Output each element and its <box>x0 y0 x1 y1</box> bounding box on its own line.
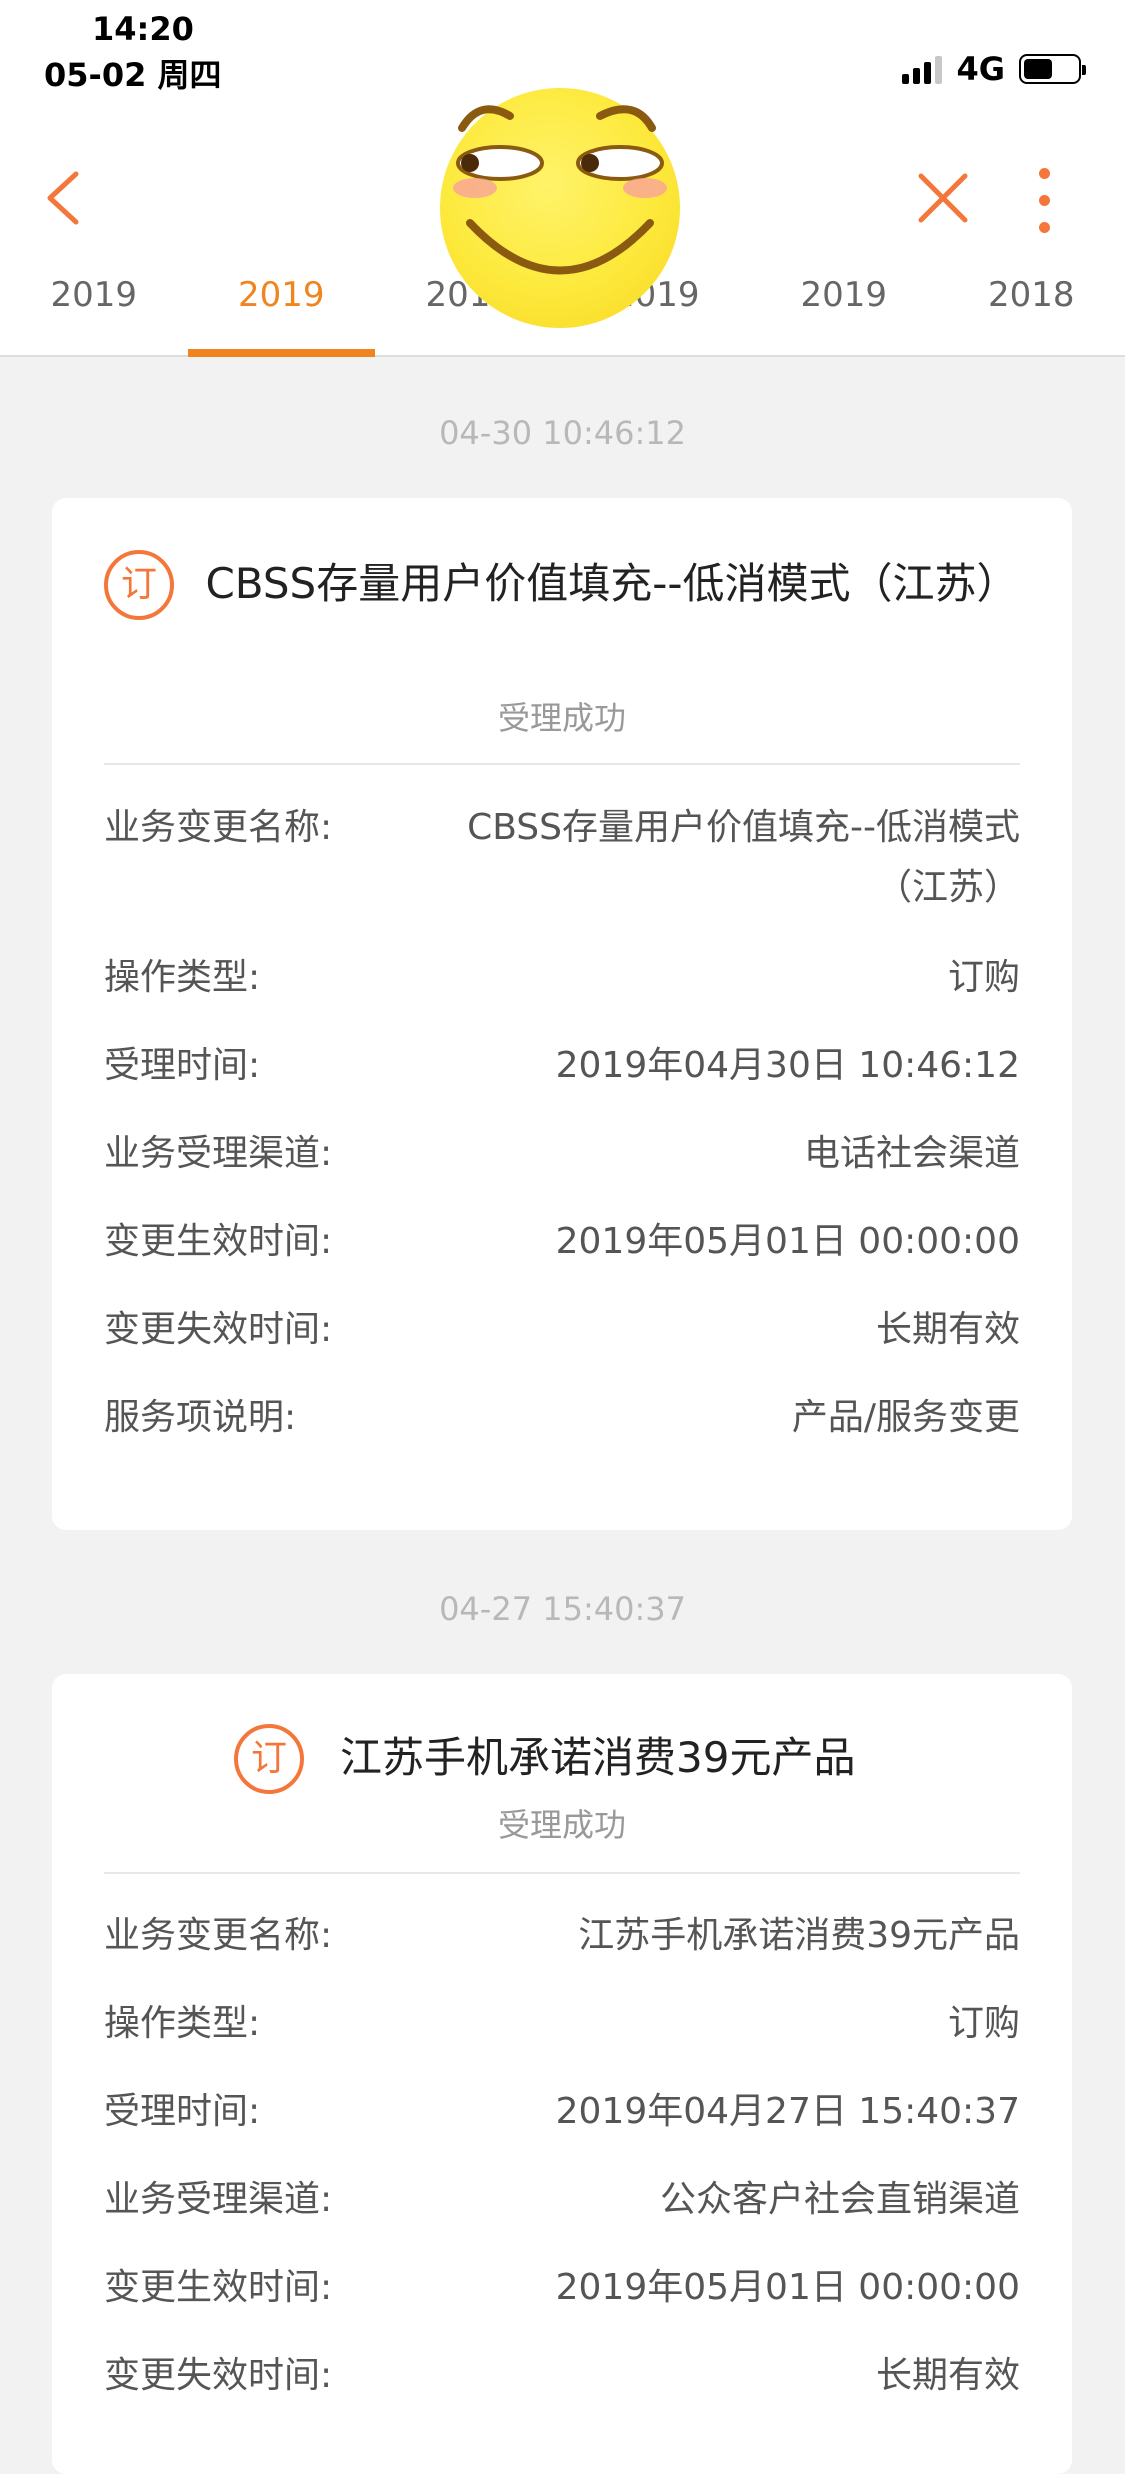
field-label: 操作类型: <box>104 948 260 1008</box>
field-label: 业务变更名称: <box>104 798 332 918</box>
battery-icon <box>1019 54 1081 84</box>
field-label: 变更失效时间: <box>104 2346 332 2406</box>
field-value: 电话社会渠道 <box>804 1124 1020 1184</box>
field-label: 业务受理渠道: <box>104 2170 332 2230</box>
record-card[interactable]: 订 江苏手机承诺消费39元产品 受理成功 业务变更名称: 江苏手机承诺消费39元… <box>52 1674 1072 2474</box>
field-row: 业务变更名称: 江苏手机承诺消费39元产品 <box>104 1906 1020 1966</box>
record-card[interactable]: 订 CBSS存量用户价值填充--低消模式（江苏） 受理成功 业务变更名称: CB… <box>52 498 1072 1530</box>
field-label: 业务变更名称: <box>104 1906 332 1966</box>
record-title: CBSS存量用户价值填充--低消模式（江苏） <box>192 548 1032 620</box>
field-value: 2019年04月27日 15:40:37 <box>556 2082 1020 2142</box>
record-status: 受理成功 <box>52 693 1072 743</box>
field-label: 操作类型: <box>104 1994 260 2054</box>
status-indicators: 4G <box>902 50 1081 88</box>
field-label: 变更生效时间: <box>104 1212 332 1272</box>
tab-year[interactable]: 2019 <box>750 265 938 355</box>
field-row: 变更失效时间: 长期有效 <box>104 1300 1020 1360</box>
field-row: 业务受理渠道: 电话社会渠道 <box>104 1124 1020 1184</box>
field-value: 长期有效 <box>876 1300 1020 1360</box>
field-value: CBSS存量用户价值填充--低消模式（江苏） <box>460 798 1020 918</box>
field-label: 受理时间: <box>104 2082 260 2142</box>
status-date: 05-02 周四 <box>44 50 222 96</box>
field-row: 服务项说明: 产品/服务变更 <box>104 1388 1020 1448</box>
field-row: 变更失效时间: 长期有效 <box>104 2346 1020 2406</box>
field-row: 操作类型: 订购 <box>104 1994 1020 2054</box>
tab-year-active[interactable]: 2019 <box>188 265 376 355</box>
field-label: 受理时间: <box>104 1036 260 1096</box>
close-icon[interactable] <box>915 170 971 226</box>
field-value: 2019年05月01日 00:00:00 <box>556 1212 1020 1272</box>
tab-year[interactable]: 2019 <box>0 265 188 355</box>
field-label: 变更失效时间: <box>104 1300 332 1360</box>
status-time: 14:20 <box>92 10 194 48</box>
order-badge-icon: 订 <box>104 550 174 620</box>
field-value: 江苏手机承诺消费39元产品 <box>578 1906 1020 1966</box>
signal-icon <box>902 54 942 84</box>
field-value: 产品/服务变更 <box>792 1388 1020 1448</box>
field-value: 长期有效 <box>876 2346 1020 2406</box>
field-row: 业务变更名称: CBSS存量用户价值填充--低消模式（江苏） <box>104 798 1020 918</box>
more-menu-icon[interactable] <box>1030 168 1060 234</box>
record-timestamp: 04-27 15:40:37 <box>0 1590 1125 1628</box>
field-value: 2019年05月01日 00:00:00 <box>556 2258 1020 2318</box>
field-row: 变更生效时间: 2019年05月01日 00:00:00 <box>104 2258 1020 2318</box>
record-status: 受理成功 <box>52 1800 1072 1850</box>
order-badge-icon: 订 <box>234 1724 304 1794</box>
field-row: 受理时间: 2019年04月30日 10:46:12 <box>104 1036 1020 1096</box>
divider <box>104 763 1020 765</box>
divider <box>104 1872 1020 1874</box>
field-value: 订购 <box>948 1994 1020 2054</box>
field-label: 变更生效时间: <box>104 2258 332 2318</box>
smiling-face-icon <box>440 88 680 328</box>
field-row: 业务受理渠道: 公众客户社会直销渠道 <box>104 2170 1020 2230</box>
field-label: 服务项说明: <box>104 1388 296 1448</box>
record-timestamp: 04-30 10:46:12 <box>0 414 1125 452</box>
field-row: 操作类型: 订购 <box>104 948 1020 1008</box>
field-value: 公众客户社会直销渠道 <box>660 2170 1020 2230</box>
emoji-sticker <box>440 88 680 328</box>
field-label: 业务受理渠道: <box>104 1124 332 1184</box>
tab-year[interactable]: 2018 <box>938 265 1125 355</box>
field-value: 2019年04月30日 10:46:12 <box>556 1036 1020 1096</box>
network-type: 4G <box>956 50 1005 88</box>
field-row: 变更生效时间: 2019年05月01日 00:00:00 <box>104 1212 1020 1272</box>
field-row: 受理时间: 2019年04月27日 15:40:37 <box>104 2082 1020 2142</box>
field-value: 订购 <box>948 948 1020 1008</box>
record-title: 江苏手机承诺消费39元产品 <box>340 1722 855 1794</box>
